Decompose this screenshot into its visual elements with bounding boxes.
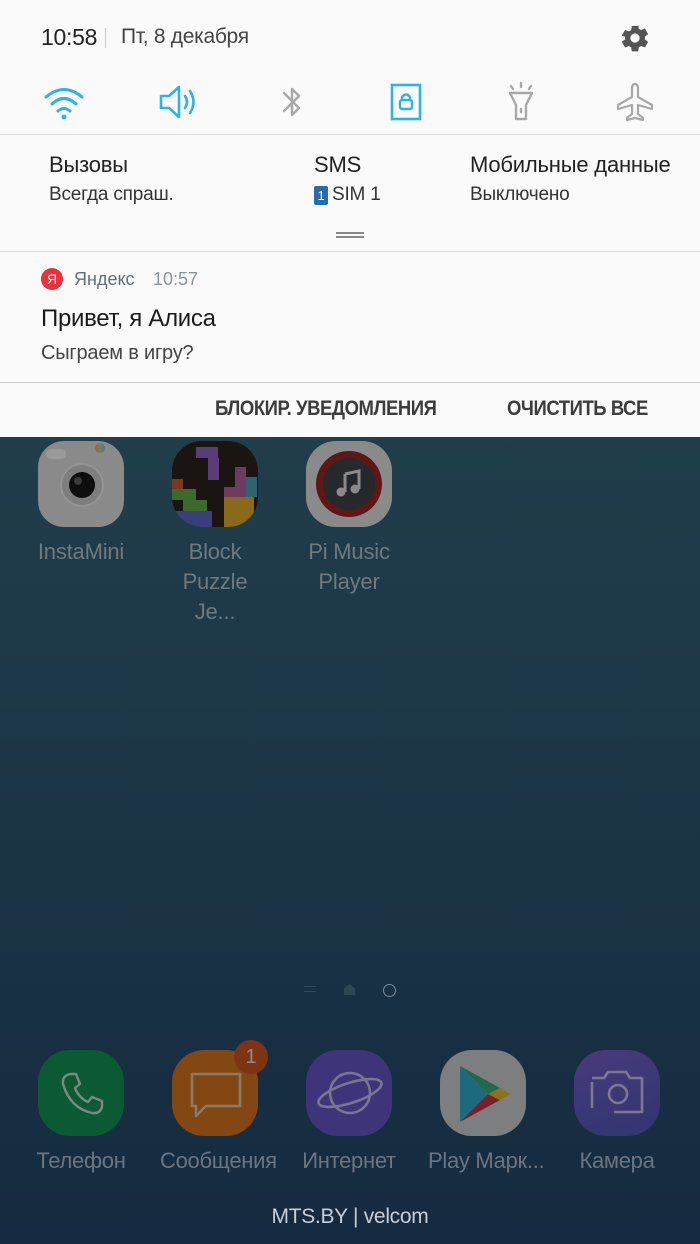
page-indicator [0, 981, 700, 1001]
app-block-puzzle[interactable]: Block Puzzle Je... [160, 441, 270, 627]
dock-play-market[interactable]: Play Марк... [428, 1050, 545, 1174]
dock-internet[interactable]: Интернет [294, 1050, 404, 1174]
screen-lock-icon [390, 83, 422, 121]
notification-actions: БЛОКИР. УВЕДОМЛЕНИЯ ОЧИСТИТЬ ВСЕ [0, 383, 700, 437]
yandex-app-icon: Я [41, 268, 63, 290]
wifi-icon [44, 88, 84, 120]
dock-camera[interactable]: Камера [562, 1050, 672, 1174]
flashlight-toggle[interactable] [496, 76, 546, 128]
sound-toggle[interactable] [154, 76, 204, 128]
speaker-icon [159, 85, 195, 119]
dock-phone[interactable]: Телефон [26, 1050, 136, 1174]
dock-label: Интернет [302, 1148, 396, 1173]
drag-handle[interactable] [336, 232, 364, 238]
app-label: InstaMini [37, 539, 125, 564]
sms-title: SMS [314, 152, 362, 177]
quick-settings-row [0, 76, 700, 134]
wifi-toggle[interactable] [39, 76, 89, 128]
mobile-data-setting[interactable]: Мобильные данные Выключено [470, 152, 671, 206]
sim-card-icon: 1 [314, 185, 328, 205]
pi-music-icon [306, 441, 392, 527]
dock-label: Сообщения [160, 1148, 277, 1173]
notification-card[interactable]: Я Яндекс 10:57 Привет, я Алиса Сыграем в… [0, 252, 700, 382]
sms-value: SIM 1 [332, 184, 381, 205]
mobile-data-value: Выключено [470, 184, 570, 205]
notification-app-name: Яндекс [74, 269, 135, 289]
app-label: Pi Music Player [308, 539, 390, 594]
internet-planet-icon [306, 1050, 392, 1136]
menu-page-icon[interactable] [304, 986, 316, 992]
mobile-data-title: Мобильные данные [470, 152, 671, 177]
divider [105, 28, 106, 48]
calls-sim-setting[interactable]: Вызовы Всегда спраш. [49, 152, 174, 206]
notification-title: Привет, я Алиса [41, 305, 216, 332]
clear-all-button[interactable]: ОЧИСТИТЬ ВСЕ [507, 397, 648, 421]
play-store-icon [440, 1050, 526, 1136]
app-pi-music-player[interactable]: Pi Music Player [294, 441, 404, 597]
airplane-toggle[interactable] [610, 76, 660, 128]
notification-time: 10:57 [153, 269, 199, 289]
dock-label: Play Марк... [428, 1148, 545, 1173]
app-label: Block Puzzle Je... [182, 539, 248, 624]
bluetooth-icon [282, 87, 301, 117]
bluetooth-toggle[interactable] [267, 76, 317, 128]
calls-value: Всегда спраш. [49, 184, 174, 205]
current-page-dot[interactable] [383, 984, 396, 997]
phone-icon [38, 1050, 124, 1136]
sim-settings-row: Вызовы Всегда спраш. SMS 1 SIM 1 Мобильны… [0, 135, 700, 251]
block-notifications-button[interactable]: БЛОКИР. УВЕДОМЛЕНИЯ [215, 397, 437, 421]
sms-sim-setting[interactable]: SMS 1 SIM 1 [314, 152, 381, 206]
airplane-icon [616, 82, 654, 122]
unread-badge: 1 [234, 1040, 268, 1074]
block-puzzle-icon [172, 441, 258, 527]
dock-label: Камера [579, 1148, 655, 1173]
home-page-icon[interactable] [344, 984, 355, 995]
calls-title: Вызовы [49, 152, 128, 177]
date: Пт, 8 декабря [121, 25, 249, 48]
camera-icon [574, 1050, 660, 1136]
notification-text: Сыграем в игру? [41, 342, 194, 364]
clock: 10:58 [41, 24, 98, 50]
flashlight-icon [508, 81, 534, 121]
carrier-label: MTS.BY | velcom [271, 1205, 429, 1228]
notification-panel: 10:58 Пт, 8 декабря Вызовы Всегда спраш.… [0, 0, 700, 437]
settings-gear-icon[interactable] [619, 22, 651, 54]
status-header: 10:58 Пт, 8 декабря [0, 0, 700, 76]
instamini-camera-icon [38, 441, 124, 527]
app-instamini[interactable]: InstaMini [26, 441, 136, 567]
screen-lock-toggle[interactable] [381, 76, 431, 128]
dock-label: Телефон [36, 1148, 126, 1173]
